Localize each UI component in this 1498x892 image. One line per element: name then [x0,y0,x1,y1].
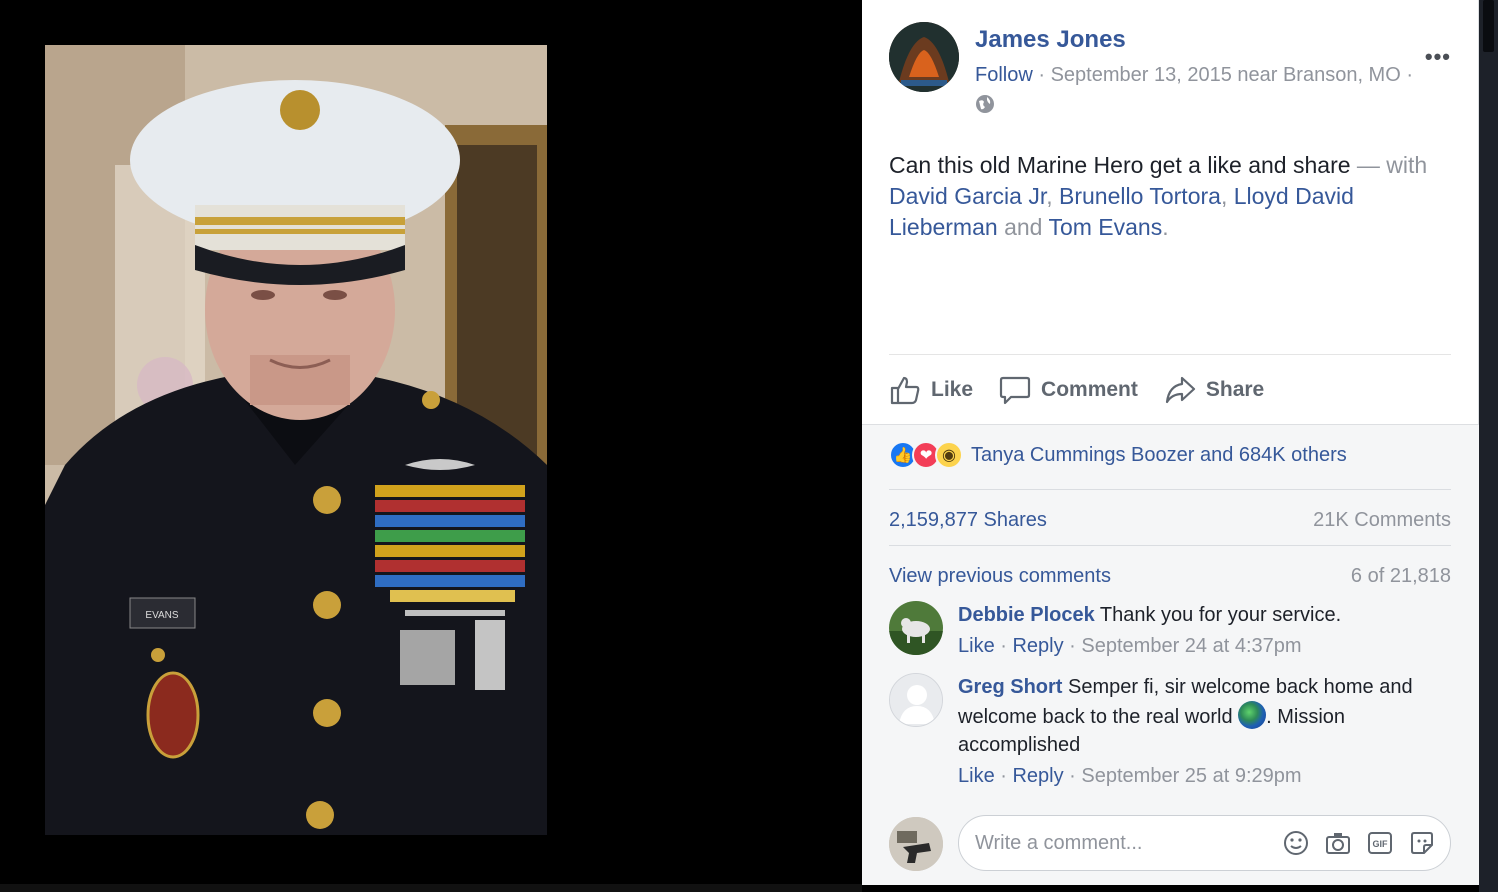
commenter-avatar[interactable] [889,673,943,727]
tag-separator: , [1220,183,1234,209]
gif-icon[interactable]: GIF [1366,829,1394,857]
author-avatar[interactable] [889,22,959,92]
comment-reply-link[interactable]: Reply [1012,635,1063,657]
comment-body: Debbie Plocek Thank you for your service… [958,601,1448,660]
comments-count[interactable]: 21K Comments [1313,509,1451,532]
camera-icon[interactable] [1324,829,1352,857]
reactions-text[interactable]: Tanya Cummings Boozer and 684K others [971,444,1347,467]
comment-content: Debbie Plocek Thank you for your service… [958,601,1448,629]
share-icon [1165,376,1195,404]
with-text: — with [1350,152,1428,178]
divider [889,354,1451,355]
comment-content: Greg Short Semper fi, sir welcome back h… [958,673,1448,759]
globe-icon [976,95,994,113]
sticker-icon[interactable] [1408,829,1436,857]
divider [889,489,1451,490]
comment-like-link[interactable]: Like [958,635,995,657]
post-panel: James Jones Follow · September 13, 2015 … [862,0,1479,885]
tag-separator: , [1046,183,1059,209]
commenter-name[interactable]: Debbie Plocek [958,604,1095,626]
tagged-person-link[interactable]: David Garcia Jr [889,183,1046,209]
author-name[interactable]: James Jones [975,26,1126,54]
more-options-button[interactable]: ••• [1425,44,1451,70]
view-previous-comments[interactable]: View previous comments [889,565,1111,588]
comment-input[interactable]: Write a comment... GIF [958,815,1451,871]
tag-separator: and [997,214,1049,240]
post-actions: Like Comment Share [889,370,1264,410]
nametag-text: EVANS [145,610,178,621]
comment-composer: Write a comment... GIF [889,815,1451,875]
shares-count[interactable]: 2,159,877 Shares [889,509,1047,532]
comment-time[interactable]: September 24 at 4:37pm [1081,635,1301,657]
post-meta: Follow · September 13, 2015 near Branson… [975,64,1413,87]
like-label: Like [931,378,974,401]
footer-sep: · [1063,765,1082,787]
comment-label: Comment [1041,378,1138,401]
comment-pagination: 6 of 21,818 [1350,565,1451,587]
photo-stage: EVANS [0,0,862,892]
share-label: Share [1205,378,1265,401]
marine-portrait: EVANS [45,45,547,835]
comment-like-link[interactable]: Like [958,765,995,787]
comment-footer: Like · Reply · September 24 at 4:37pm [958,632,1448,660]
svg-text:GIF: GIF [1373,839,1389,849]
tagged-person-link[interactable]: Tom Evans [1048,214,1162,240]
follow-link[interactable]: Follow [975,64,1033,86]
footer-sep: · [994,635,1013,657]
comment-text: Thank you for your service. [1094,604,1342,626]
comment-placeholder: Write a comment... [975,832,1143,854]
reactions-summary[interactable]: 👍 ❤ ◉ Tanya Cummings Boozer and 684K oth… [889,441,1347,469]
footer-sep: · [1063,635,1082,657]
comment-footer: Like · Reply · September 25 at 9:29pm [958,762,1448,790]
earth-globe-emoji-icon [1238,701,1267,729]
footer-sep: · [994,765,1013,787]
comment-reply-link[interactable]: Reply [1012,765,1063,787]
post-header: James Jones Follow · September 13, 2015 … [889,22,1451,122]
wow-reaction-icon: ◉ [935,441,963,469]
post-date-location[interactable]: · September 13, 2015 near Branson, MO · [1033,64,1413,86]
current-user-avatar [889,817,943,871]
like-icon [890,376,920,405]
commenter-avatar[interactable] [889,601,943,655]
tagged-person-link[interactable]: Brunello Tortora [1059,183,1221,209]
post-text: Can this old Marine Hero get a like and … [889,150,1454,243]
comment-body: Greg Short Semper fi, sir welcome back h… [958,673,1448,790]
comment-icon [999,376,1031,405]
share-button[interactable]: Share [1164,370,1264,410]
like-button[interactable]: Like [889,370,973,410]
feedback-area: 👍 ❤ ◉ Tanya Cummings Boozer and 684K oth… [862,424,1479,885]
post-photo[interactable]: EVANS [45,45,547,835]
bottom-strip [0,884,862,892]
comment-time[interactable]: September 25 at 9:29pm [1081,765,1301,787]
post-message: Can this old Marine Hero get a like and … [889,152,1351,178]
composer-tools: GIF [1282,829,1436,857]
commenter-name[interactable]: Greg Short [958,676,1062,698]
emoji-icon[interactable] [1282,829,1310,857]
scrollbar-thumb[interactable] [1483,0,1494,52]
tag-end: . [1162,214,1169,240]
page-scrollbar[interactable] [1479,0,1498,892]
divider [889,545,1451,546]
comment-button[interactable]: Comment [999,370,1138,410]
